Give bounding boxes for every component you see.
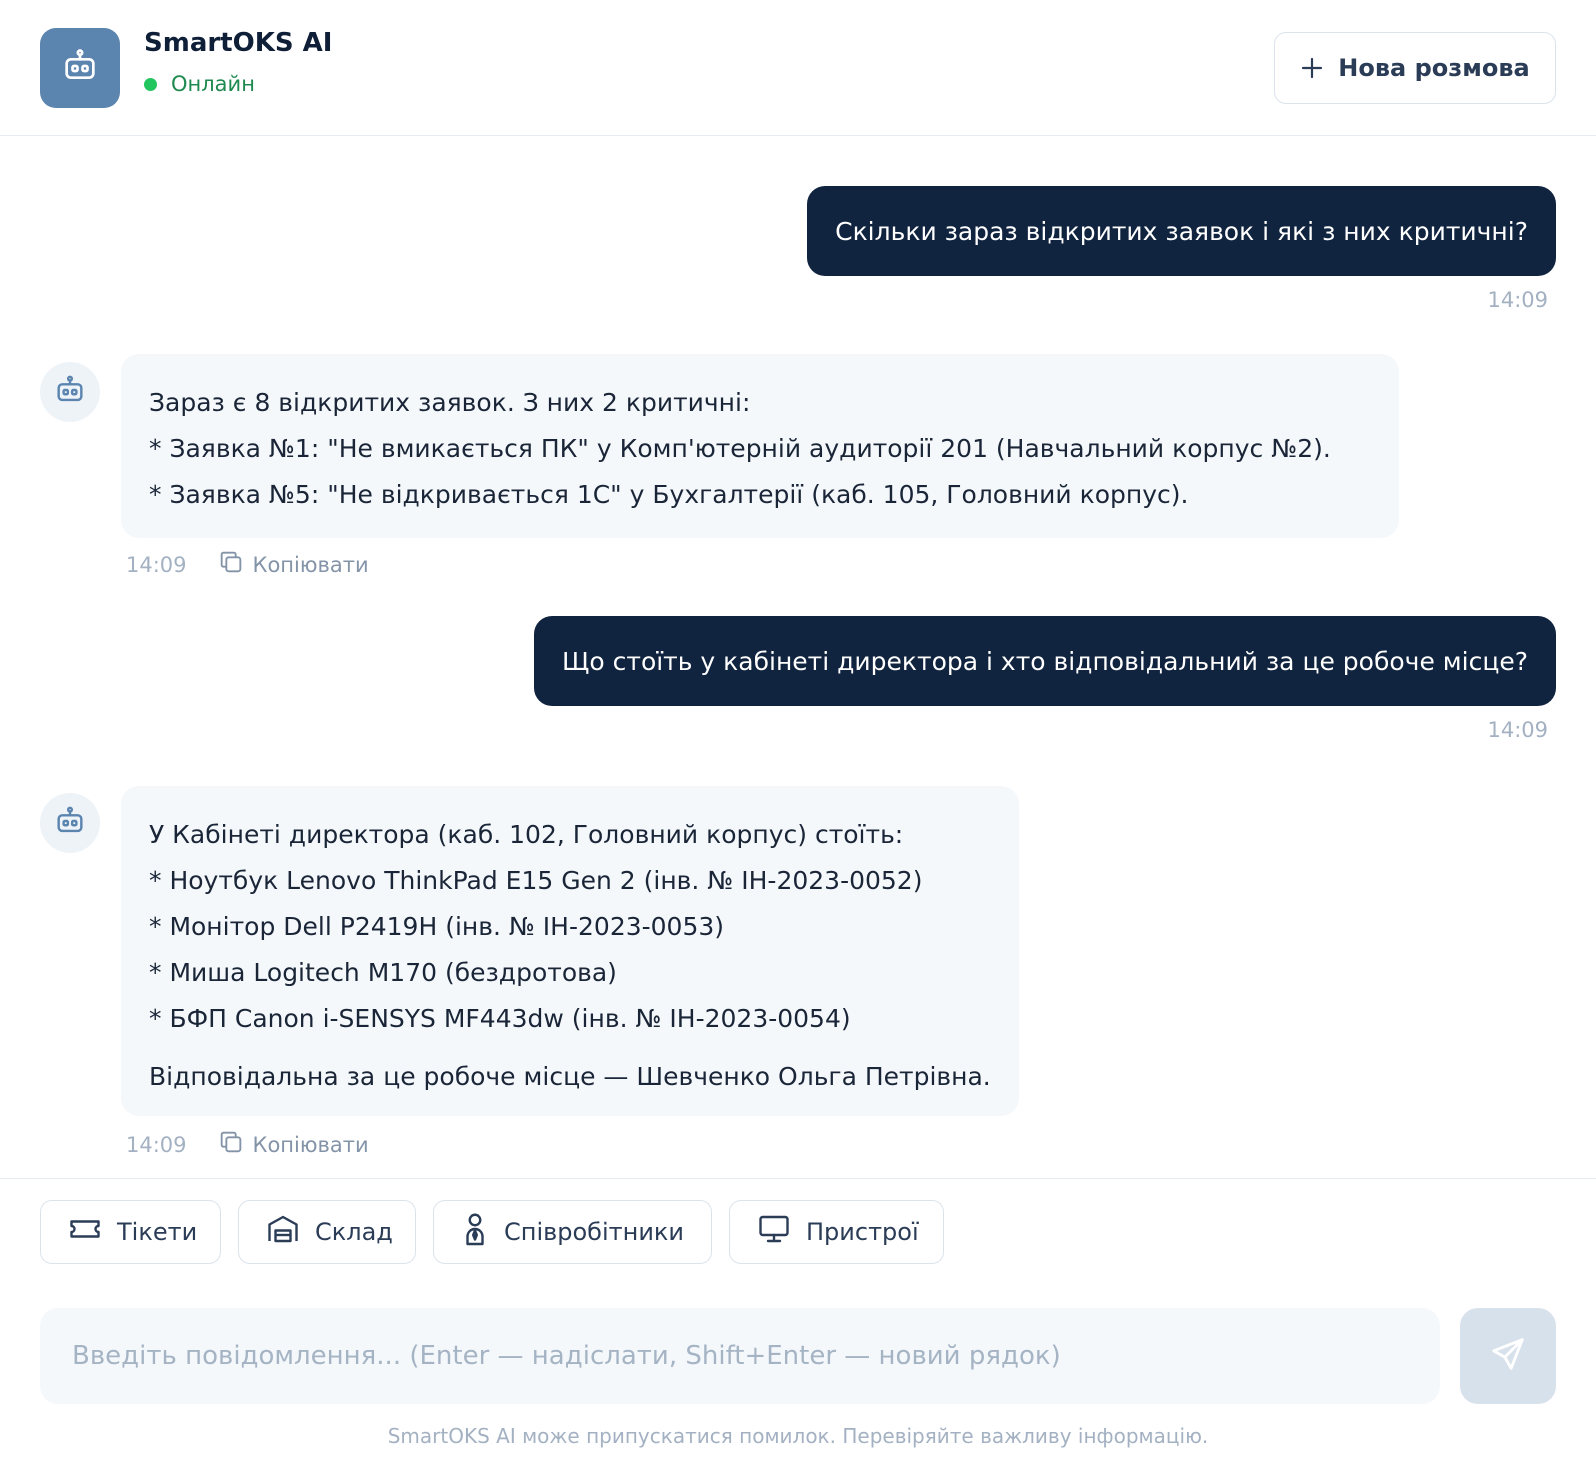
- robot-icon: [60, 46, 100, 90]
- assistant-name: SmartOKS AI: [144, 28, 333, 58]
- chat-header: SmartOKS AI Онлайн Нова розмова: [0, 0, 1596, 136]
- bot-message-line: У Кабінеті директора (каб. 102, Головний…: [149, 820, 904, 849]
- warehouse-icon: [265, 1211, 315, 1253]
- bot-message-line: * Миша Logitech M170 (бездротова): [149, 958, 617, 987]
- user-message: Скільки зараз відкритих заявок і які з н…: [807, 186, 1556, 276]
- quick-action-label: Співробітники: [504, 1218, 685, 1246]
- online-status: Онлайн: [144, 72, 255, 96]
- plus-icon: [1300, 56, 1324, 80]
- new-chat-button[interactable]: Нова розмова: [1274, 32, 1556, 104]
- copy-button[interactable]: Копіювати: [217, 548, 369, 581]
- robot-icon: [53, 804, 87, 842]
- bot-message-line: * БФП Canon i-SENSYS MF443dw (інв. № ІН-…: [149, 1004, 851, 1033]
- ticket-icon: [67, 1211, 117, 1253]
- message-input[interactable]: [40, 1308, 1440, 1404]
- bot-message-line: * Заявка №5: "Не відкривається 1С" у Бух…: [149, 480, 1189, 509]
- bot-message: У Кабінеті директора (каб. 102, Головний…: [121, 786, 1019, 1116]
- quick-action-devices[interactable]: Пристрої: [729, 1200, 944, 1264]
- online-status-label: Онлайн: [171, 72, 255, 96]
- send-icon: [1489, 1335, 1527, 1377]
- bot-message-meta: 14:09 Копіювати: [126, 1128, 369, 1161]
- quick-action-employees[interactable]: Співробітники: [433, 1200, 712, 1264]
- user-message: Що стоїть у кабінеті директора і хто від…: [534, 616, 1556, 706]
- bot-avatar: [40, 362, 100, 422]
- message-time: 14:09: [1487, 288, 1548, 312]
- new-chat-label: Нова розмова: [1338, 54, 1530, 82]
- copy-label: Копіювати: [252, 1132, 369, 1157]
- disclaimer: SmartOKS AI може припускатися помилок. П…: [387, 1424, 1209, 1448]
- message-time: 14:09: [126, 1132, 187, 1157]
- assistant-avatar: [40, 28, 120, 108]
- copy-icon: [217, 1128, 253, 1161]
- divider: [0, 1178, 1596, 1179]
- person-icon: [460, 1211, 504, 1253]
- bot-avatar: [40, 793, 100, 853]
- quick-action-tickets[interactable]: Тікети: [40, 1200, 221, 1264]
- monitor-icon: [756, 1211, 806, 1253]
- bot-message-line: Зараз є 8 відкритих заявок. З них 2 крит…: [149, 388, 751, 417]
- copy-label: Копіювати: [252, 552, 369, 577]
- copy-icon: [217, 548, 253, 581]
- robot-icon: [53, 373, 87, 411]
- bot-message-line: * Ноутбук Lenovo ThinkPad E15 Gen 2 (інв…: [149, 866, 923, 895]
- quick-action-label: Пристрої: [806, 1218, 919, 1246]
- bot-message-line: * Заявка №1: "Не вмикається ПК" у Комп'ю…: [149, 434, 1331, 463]
- bot-message-line: * Монітор Dell P2419H (інв. № ІН-2023-00…: [149, 912, 725, 941]
- bot-message: Зараз є 8 відкритих заявок. З них 2 крит…: [121, 354, 1399, 538]
- message-time: 14:09: [1487, 718, 1548, 742]
- bot-message-meta: 14:09 Копіювати: [126, 548, 369, 581]
- quick-action-warehouse[interactable]: Склад: [238, 1200, 416, 1264]
- quick-action-label: Склад: [315, 1218, 393, 1246]
- online-dot-icon: [144, 77, 157, 91]
- send-button[interactable]: [1460, 1308, 1556, 1404]
- chat-window: SmartOKS AI Онлайн Нова розмова Скільки …: [0, 0, 1596, 1484]
- message-time: 14:09: [126, 552, 187, 577]
- quick-action-label: Тікети: [117, 1218, 198, 1246]
- copy-button[interactable]: Копіювати: [217, 1128, 369, 1161]
- bot-message-line: Відповідальна за це робоче місце — Шевче…: [149, 1062, 991, 1091]
